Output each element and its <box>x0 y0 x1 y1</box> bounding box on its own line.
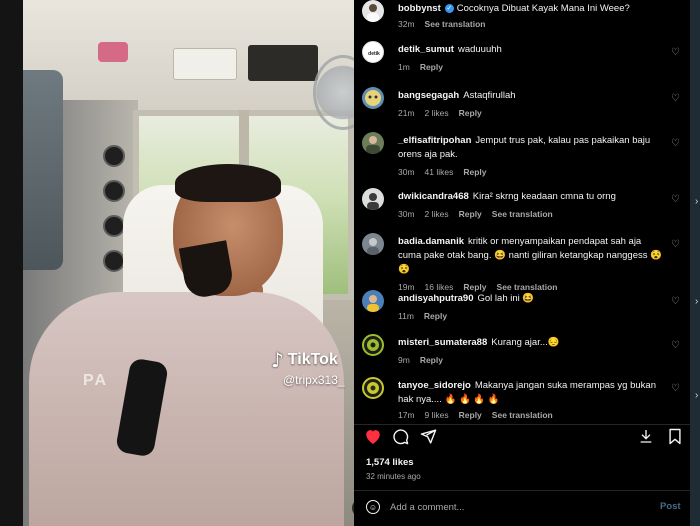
comment-likes[interactable]: 2 likes <box>425 209 449 219</box>
post-button[interactable]: Post <box>660 501 681 512</box>
like-comment-icon[interactable]: ♡ <box>671 138 680 149</box>
left-gutter <box>0 0 23 526</box>
verified-icon: ✓ <box>444 4 454 13</box>
reply-button[interactable]: Reply <box>420 355 443 365</box>
hanging-bag <box>23 70 63 270</box>
tiktok-brand: TikTok <box>287 351 338 368</box>
comment-likes[interactable]: 41 likes <box>425 167 454 177</box>
comment-username[interactable]: badia.damanik <box>398 236 464 247</box>
comment-username[interactable]: detik_sumut <box>398 44 454 55</box>
see-translation-link[interactable]: See translation <box>425 19 486 29</box>
caption-time: 32m <box>398 19 415 29</box>
comment-likes[interactable]: 2 likes <box>425 108 449 118</box>
comment-time: 9m <box>398 355 410 365</box>
divider <box>354 490 690 491</box>
cab-vent <box>248 45 318 81</box>
avatar[interactable]: detik <box>362 41 384 63</box>
tiktok-logo-icon: ♪ <box>271 348 284 372</box>
like-comment-icon[interactable]: ♡ <box>671 340 680 351</box>
emoji-icon[interactable]: ☺ <box>366 500 380 514</box>
caption-username[interactable]: bobbynst <box>398 3 441 14</box>
avatar[interactable] <box>362 132 384 154</box>
comment-username[interactable]: bangsegagah <box>398 90 459 101</box>
comment-text: Kira² skrng keadaan cmna tu orng <box>472 191 616 202</box>
comment-time: 21m <box>398 108 415 118</box>
share-icon[interactable] <box>420 428 437 450</box>
see-translation-link[interactable]: See translation <box>492 209 553 219</box>
comment-username[interactable]: misteri_sumatera88 <box>398 337 487 348</box>
like-comment-icon[interactable]: ♡ <box>671 47 680 58</box>
video-player[interactable]: PA ♪ TikTok @tripx313_ <box>23 0 354 526</box>
like-comment-icon[interactable]: ♡ <box>671 93 680 104</box>
page-edge <box>690 0 700 526</box>
shirt-print: PA <box>83 372 109 389</box>
person-hair <box>175 164 281 202</box>
dashboard-knob <box>103 180 125 202</box>
next-arrow-icon[interactable]: › <box>695 196 700 207</box>
reply-button[interactable]: Reply <box>459 410 482 420</box>
person-shirt <box>29 292 344 526</box>
dashboard-knob <box>103 215 125 237</box>
comment-text: Kurang ajar...😔 <box>491 337 560 348</box>
reply-button[interactable]: Reply <box>424 311 447 321</box>
avatar[interactable] <box>362 334 384 356</box>
avatar[interactable] <box>362 87 384 109</box>
like-comment-icon[interactable]: ♡ <box>671 239 680 250</box>
svg-text:detik: detik <box>368 51 380 57</box>
comment-time: 19m <box>398 282 415 292</box>
comment-time: 1m <box>398 62 410 72</box>
comment-username[interactable]: dwikicandra468 <box>398 191 469 202</box>
comment-text: Astaqfirullah <box>463 90 516 101</box>
reply-button[interactable]: Reply <box>420 62 443 72</box>
comment-time: 30m <box>398 167 415 177</box>
next-arrow-icon[interactable]: › <box>695 390 700 401</box>
reply-button[interactable]: Reply <box>463 167 486 177</box>
next-arrow-icon[interactable]: › <box>695 296 700 307</box>
caption-text: Cocoknya Dibuat Kayak Mana Ini Weee? <box>456 3 630 14</box>
tiktok-watermark: ♪ TikTok <box>271 348 338 372</box>
like-comment-icon[interactable]: ♡ <box>671 383 680 394</box>
comment-time: 11m <box>398 311 414 321</box>
likes-count[interactable]: 1,574 likes <box>366 457 414 468</box>
like-comment-icon[interactable]: ♡ <box>671 194 680 205</box>
avatar[interactable] <box>362 188 384 210</box>
avatar[interactable] <box>362 0 384 22</box>
reply-button[interactable]: Reply <box>459 108 482 118</box>
bookmark-icon[interactable] <box>668 428 682 450</box>
comment-text: Gol lah ini 😆 <box>477 293 535 304</box>
dashboard-knob <box>103 145 125 167</box>
comment-username[interactable]: tanyoe_sidorejo <box>398 380 471 391</box>
post-actions <box>364 428 684 448</box>
comment-likes[interactable]: 16 likes <box>425 282 454 292</box>
comment-username[interactable]: andisyahputra90 <box>398 293 474 304</box>
avatar[interactable] <box>362 290 384 312</box>
comment-time: 17m <box>398 410 415 420</box>
avatar[interactable] <box>362 233 384 255</box>
like-comment-icon[interactable]: ♡ <box>671 296 680 307</box>
reply-button[interactable]: Reply <box>459 209 482 219</box>
download-icon[interactable] <box>638 428 654 449</box>
posted-time: 32 minutes ago <box>366 472 421 481</box>
comment-icon[interactable] <box>392 428 409 450</box>
dashboard-knob <box>103 250 125 272</box>
comment-username[interactable]: _elfisafitripohan <box>398 135 471 146</box>
heart-filled-icon[interactable] <box>364 428 382 450</box>
avatar[interactable] <box>362 377 384 399</box>
comments-panel: bobbynst ✓ Cocoknya Dibuat Kayak Mana Ini … <box>354 0 690 526</box>
comment-input[interactable] <box>390 498 630 516</box>
see-translation-link[interactable]: See translation <box>497 282 558 292</box>
comment-time: 30m <box>398 209 415 219</box>
comment-likes[interactable]: 9 likes <box>425 410 449 420</box>
see-translation-link[interactable]: See translation <box>492 410 553 420</box>
cab-object <box>98 42 128 62</box>
divider <box>354 424 690 425</box>
tiktok-handle: @tripx313_ <box>283 373 345 387</box>
cab-box <box>173 48 237 80</box>
reply-button[interactable]: Reply <box>463 282 486 292</box>
comment-text: waduuuhh <box>457 44 502 55</box>
